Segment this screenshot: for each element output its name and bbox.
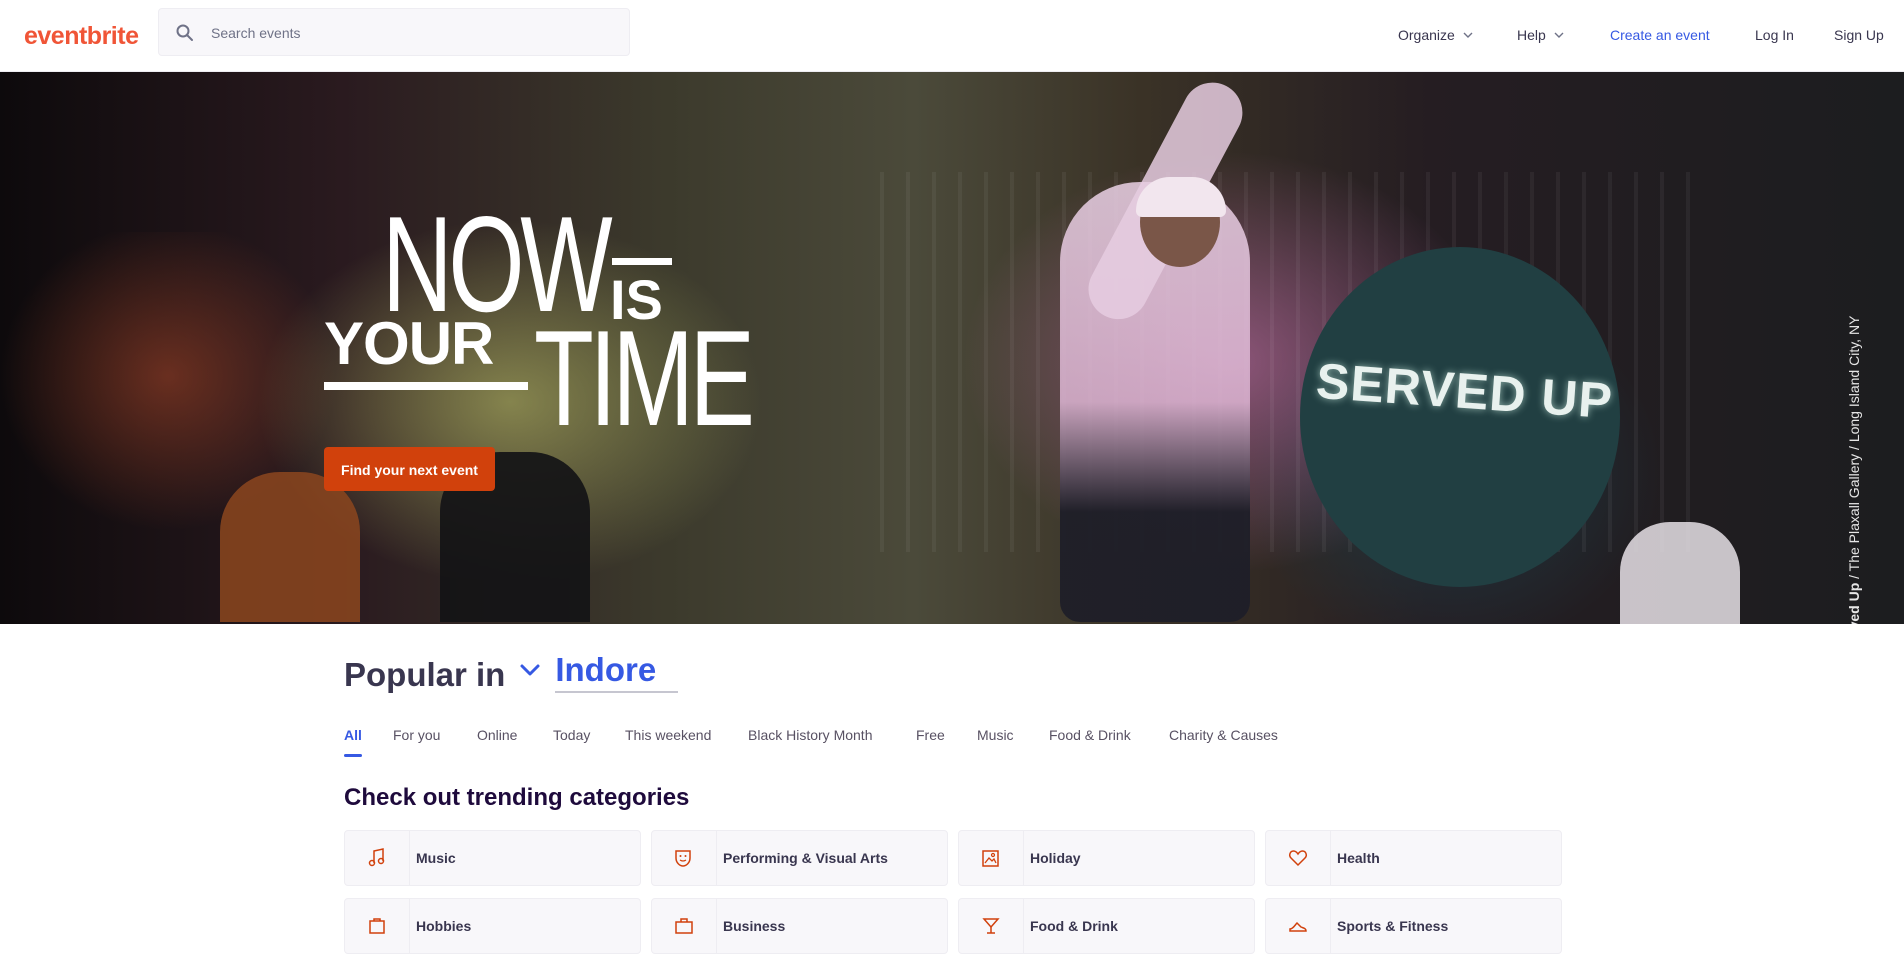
search-bar[interactable] [158, 8, 630, 57]
tab-charity-causes[interactable]: Charity & Causes [1169, 727, 1278, 753]
headline-is-bar [612, 258, 672, 265]
calendar-photo-icon [982, 850, 999, 867]
category-label: Music [416, 850, 456, 866]
category-label: Business [723, 918, 786, 934]
credit-event-name: Served Up [1846, 582, 1862, 624]
tab-black-history-month[interactable]: Black History Month [748, 727, 872, 753]
music-note-icon [368, 848, 385, 867]
search-input[interactable] [209, 9, 613, 57]
tab-this-weekend[interactable]: This weekend [625, 727, 711, 753]
signup-link[interactable]: Sign Up [1834, 27, 1884, 43]
hero-banner: SERVED UP NOW IS YOUR TIME Served Up / T… [0, 72, 1904, 624]
category-sports-fitness[interactable]: Sports & Fitness [1265, 898, 1562, 954]
category-hobbies[interactable]: Hobbies [344, 898, 641, 954]
category-food-drink[interactable]: Food & Drink [958, 898, 1255, 954]
tab-free[interactable]: Free [916, 727, 945, 753]
top-header: eventbrite Organize Help Create an event… [0, 0, 1904, 72]
category-label: Sports & Fitness [1337, 918, 1449, 934]
create-event-link[interactable]: Create an event [1610, 27, 1710, 43]
login-link[interactable]: Log In [1755, 27, 1794, 43]
cocktail-icon [982, 918, 1000, 934]
popular-in-heading: Popular in Indore [344, 651, 679, 694]
category-label: Performing & Visual Arts [723, 850, 888, 866]
chevron-down-icon[interactable] [519, 663, 541, 677]
tab-online[interactable]: Online [477, 727, 517, 753]
help-label: Help [1517, 27, 1546, 43]
sports-shoe-icon [1289, 921, 1307, 932]
category-holiday[interactable]: Holiday [958, 830, 1255, 886]
heart-icon [1289, 850, 1307, 867]
hero-photo-credit: Served Up / The Plaxall Gallery / Long I… [1846, 316, 1862, 624]
popular-in-label: Popular in [344, 656, 506, 693]
category-performing-visual-arts[interactable]: Performing & Visual Arts [651, 830, 948, 886]
eventbrite-logo[interactable]: eventbrite [24, 22, 139, 51]
location-selector[interactable]: Indore [555, 651, 679, 693]
category-label: Food & Drink [1030, 918, 1118, 934]
category-label: Holiday [1030, 850, 1081, 866]
search-icon [176, 24, 193, 41]
organize-menu[interactable]: Organize [1398, 27, 1473, 43]
category-music[interactable]: Music [344, 830, 641, 886]
headline-time: TIME [534, 302, 755, 454]
hero-musician-left [220, 472, 360, 622]
category-business[interactable]: Business [651, 898, 948, 954]
category-health[interactable]: Health [1265, 830, 1562, 886]
organize-label: Organize [1398, 27, 1455, 43]
category-label: Health [1337, 850, 1380, 866]
tab-today[interactable]: Today [553, 727, 590, 753]
theater-mask-icon [675, 850, 691, 867]
credit-location: / The Plaxall Gallery / Long Island City… [1846, 315, 1862, 583]
tab-music[interactable]: Music [977, 727, 1014, 753]
help-menu[interactable]: Help [1517, 27, 1564, 43]
hero-musician-right [1620, 522, 1740, 624]
briefcase-icon [675, 918, 693, 934]
tab-all[interactable]: All [344, 727, 362, 757]
hero-performer-cap [1136, 177, 1226, 217]
chevron-down-icon [1554, 32, 1564, 38]
category-label: Hobbies [416, 918, 472, 934]
hobbies-icon [369, 918, 385, 934]
trending-categories-title: Check out trending categories [344, 784, 690, 811]
chevron-down-icon [1463, 32, 1473, 38]
find-next-event-button[interactable]: Find your next event [324, 447, 495, 491]
headline-your: YOUR [324, 310, 494, 377]
tab-food-drink[interactable]: Food & Drink [1049, 727, 1131, 753]
tab-for-you[interactable]: For you [393, 727, 440, 753]
headline-your-bar [324, 382, 528, 390]
